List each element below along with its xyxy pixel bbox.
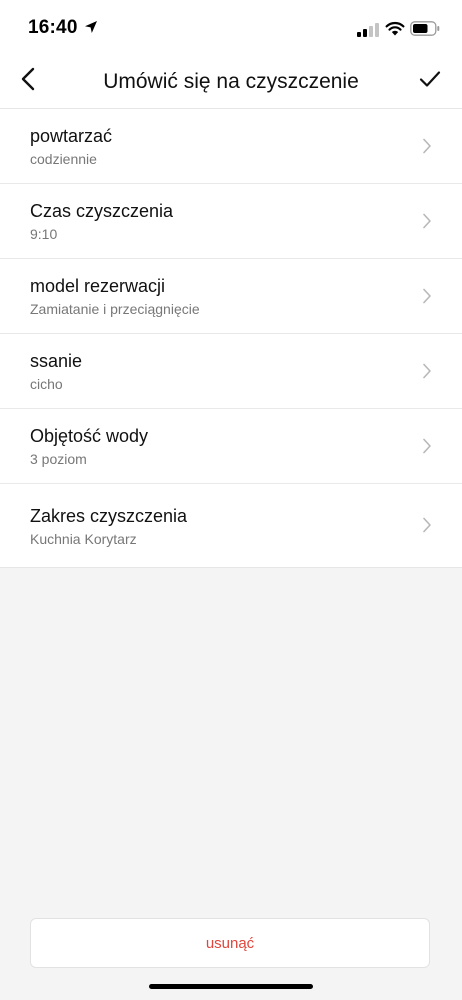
item-value: 3 poziom — [30, 451, 87, 467]
chevron-right-icon — [423, 363, 431, 379]
battery-icon — [410, 21, 440, 36]
item-title: Zakres czyszczenia — [30, 506, 188, 526]
nav-bar: Umówić się na czyszczenie — [0, 50, 462, 109]
home-indicator — [149, 984, 313, 989]
list-item-suction[interactable]: ssanie cicho — [0, 334, 462, 409]
settings-list: powtarzać codziennie Czas czyszczenia 9:… — [0, 109, 462, 568]
cellular-signal-icon — [357, 23, 379, 37]
item-value: 9:10 — [30, 226, 58, 242]
item-value: cicho — [30, 376, 63, 392]
list-item-reservation-mode[interactable]: model rezerwacji Zamiatanie i przeciągni… — [0, 259, 462, 334]
chevron-right-icon — [423, 438, 431, 454]
item-title: powtarzać — [30, 126, 113, 146]
chevron-right-icon — [423, 288, 431, 304]
confirm-button[interactable] — [410, 60, 450, 98]
item-title: Objętość wody — [30, 426, 149, 446]
location-arrow-icon — [85, 21, 97, 33]
item-value: codziennie — [30, 151, 97, 167]
chevron-left-icon — [21, 67, 35, 91]
chevron-right-icon — [423, 138, 431, 154]
item-value: Kuchnia Korytarz — [30, 531, 137, 547]
item-value: Zamiatanie i przeciągnięcie — [30, 301, 200, 317]
list-item-cleaning-time[interactable]: Czas czyszczenia 9:10 — [0, 184, 462, 259]
list-item-water-volume[interactable]: Objętość wody 3 poziom — [0, 409, 462, 484]
item-title: model rezerwacji — [30, 276, 166, 296]
status-time: 16:40 — [28, 17, 78, 38]
page-title: Umówić się na czyszczenie — [103, 70, 359, 93]
item-title: ssanie — [30, 351, 83, 371]
delete-button[interactable]: usunąć — [30, 918, 430, 968]
checkmark-icon — [419, 71, 441, 87]
list-item-cleaning-area[interactable]: Zakres czyszczenia Kuchnia Korytarz — [0, 484, 462, 567]
item-title: Czas czyszczenia — [30, 201, 174, 221]
status-bar: 16:40 — [0, 0, 462, 50]
chevron-right-icon — [423, 517, 431, 533]
list-item-repeat[interactable]: powtarzać codziennie — [0, 109, 462, 184]
back-button[interactable] — [10, 60, 46, 98]
wifi-icon — [385, 21, 405, 36]
chevron-right-icon — [423, 213, 431, 229]
